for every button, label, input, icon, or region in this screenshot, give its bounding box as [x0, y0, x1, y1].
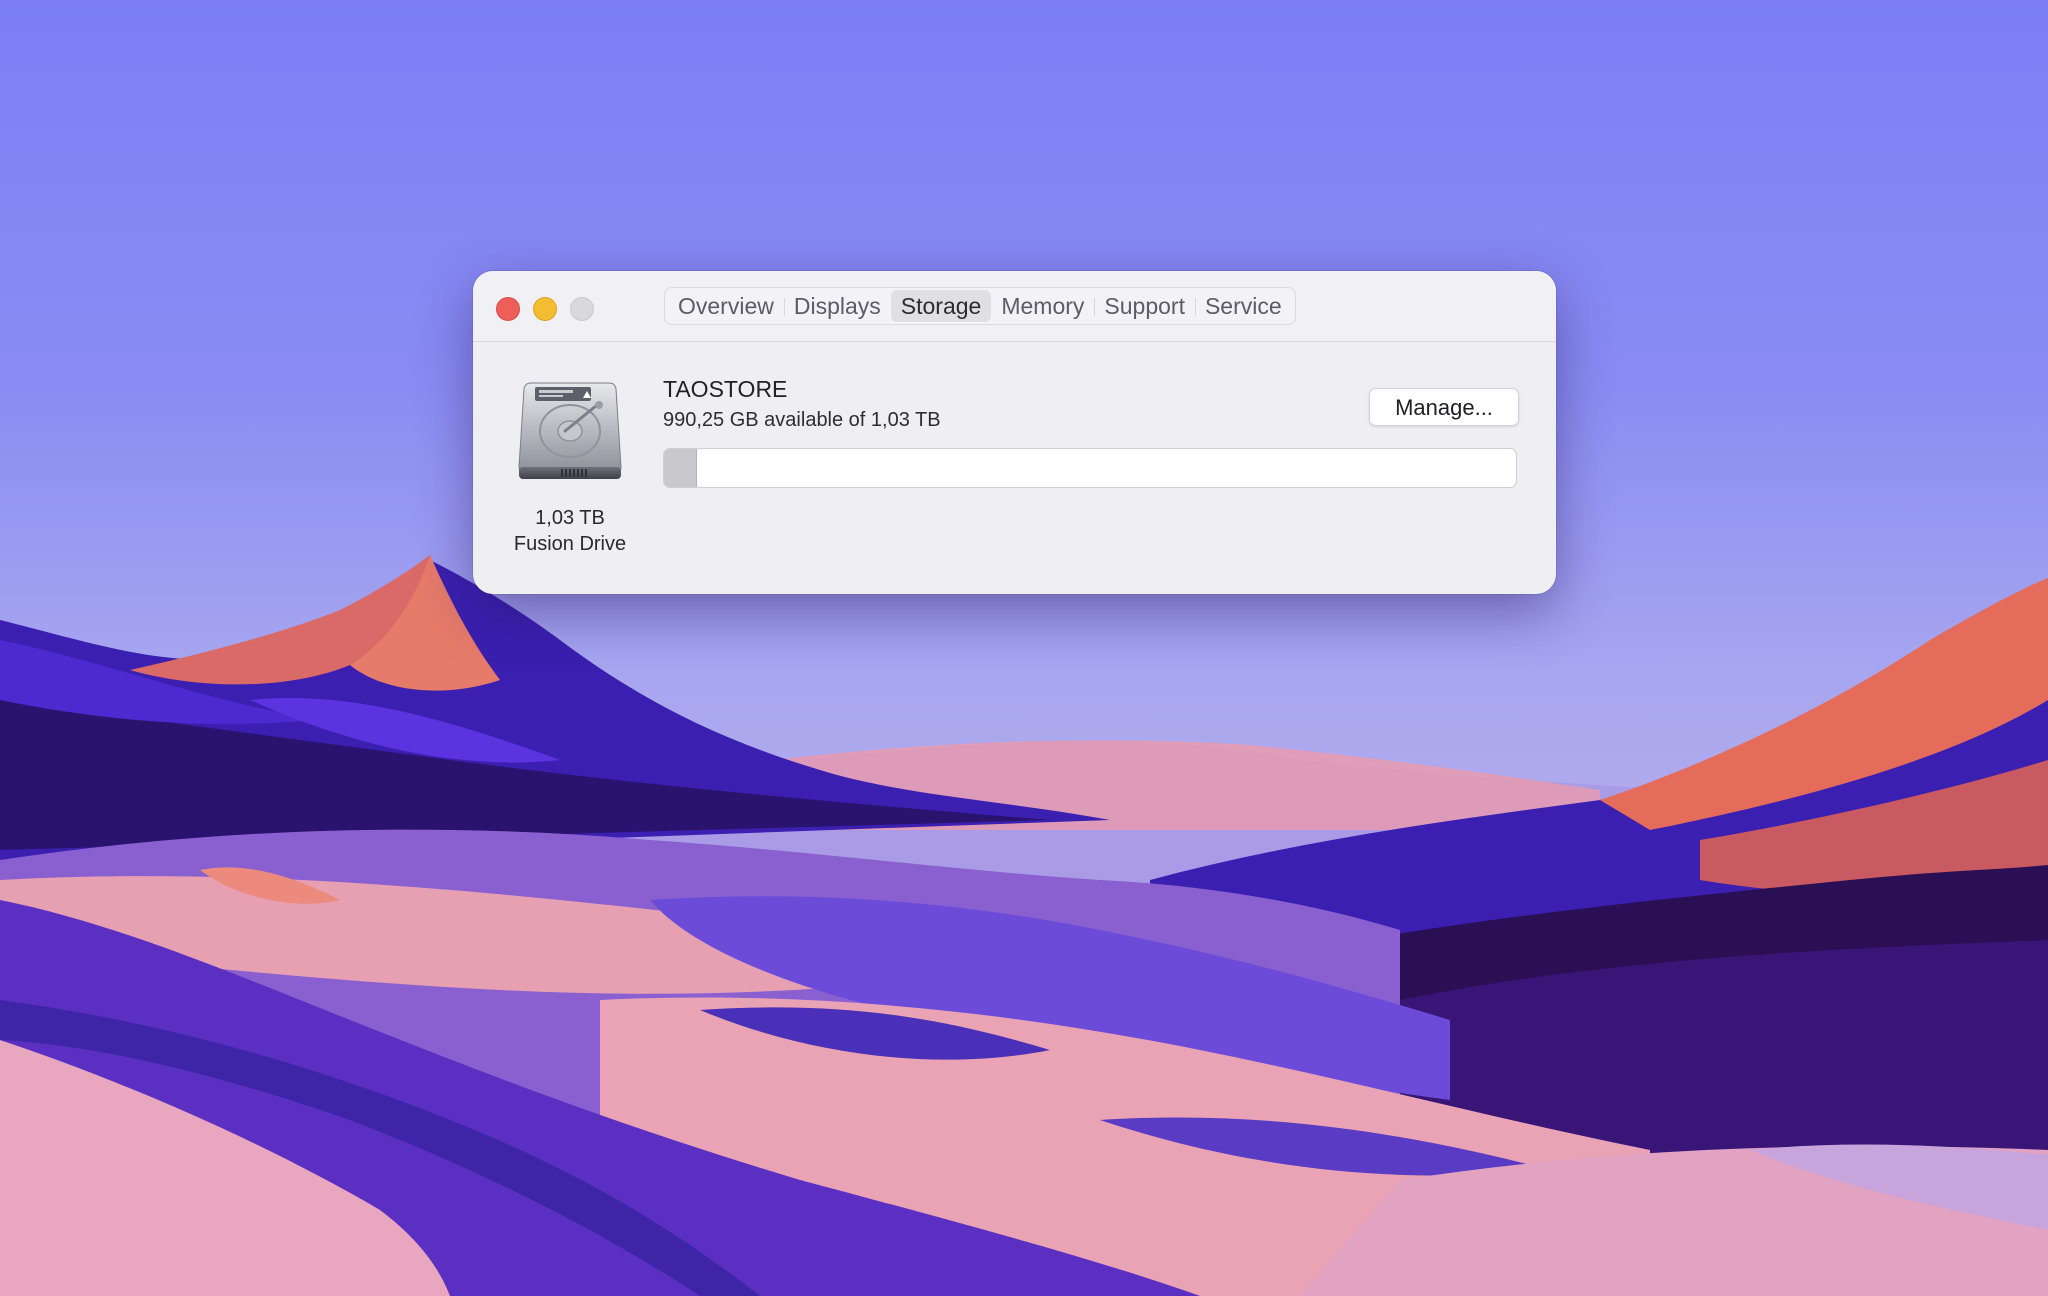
volume-name: TAOSTORE	[663, 376, 788, 402]
close-button[interactable]	[496, 297, 520, 321]
titlebar: Overview Displays Storage Memory Support…	[473, 271, 1556, 342]
drive-type: Fusion Drive	[513, 533, 627, 555]
storage-usage-bar	[663, 448, 1517, 488]
about-this-mac-window: Overview Displays Storage Memory Support…	[473, 271, 1556, 594]
minimize-button[interactable]	[533, 297, 557, 321]
tab-displays[interactable]: Displays	[783, 290, 891, 322]
hard-drive-icon	[518, 382, 622, 479]
drive-size: 1,03 TB	[535, 507, 605, 529]
manage-button[interactable]: Manage...	[1369, 388, 1519, 426]
tab-bar: Overview Displays Storage Memory Support…	[664, 287, 1296, 325]
tab-support[interactable]: Support	[1094, 290, 1195, 322]
zoom-button[interactable]	[570, 297, 594, 321]
storage-used-segment	[664, 449, 698, 487]
desert-wallpaper	[0, 555, 2048, 1296]
tab-overview[interactable]: Overview	[668, 290, 784, 322]
desktop: Overview Displays Storage Memory Support…	[0, 0, 2048, 1296]
tab-memory[interactable]: Memory	[991, 290, 1094, 322]
tab-service[interactable]: Service	[1194, 290, 1292, 322]
tab-storage[interactable]: Storage	[890, 290, 992, 322]
volume-available-text: 990,25 GB available of 1,03 TB	[663, 409, 941, 431]
